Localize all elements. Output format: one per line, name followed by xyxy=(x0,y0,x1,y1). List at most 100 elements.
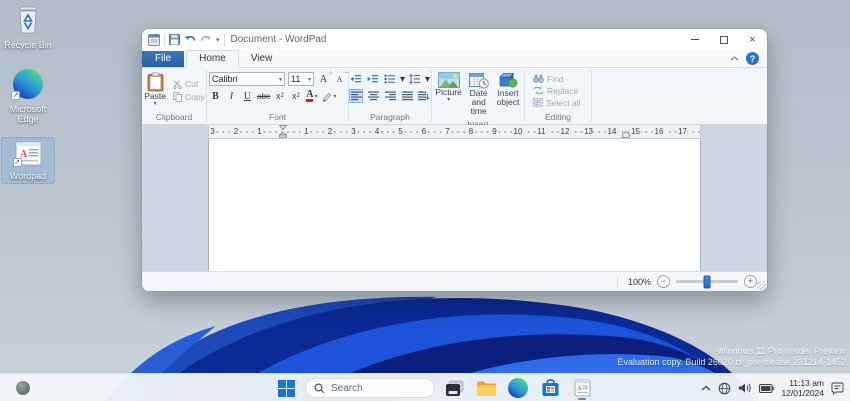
save-button[interactable] xyxy=(169,34,180,45)
desktop-icon-wordpad[interactable]: A ↗ Wordpad xyxy=(2,138,54,183)
qat-customize-dropdown[interactable]: ▾ xyxy=(216,36,220,44)
italic-button[interactable]: I xyxy=(225,89,238,103)
maximize-button[interactable] xyxy=(709,29,738,50)
align-left-button[interactable] xyxy=(349,89,363,103)
align-right-button[interactable] xyxy=(383,89,397,103)
recycle-bin-icon xyxy=(14,5,42,35)
increase-indent-button[interactable] xyxy=(366,72,380,86)
ruler-right-margin-marker[interactable] xyxy=(622,131,630,138)
strikethrough-button[interactable]: abe xyxy=(257,89,270,103)
start-button[interactable] xyxy=(273,376,299,400)
zoom-in-button[interactable]: + xyxy=(744,275,757,288)
grow-font-button[interactable]: A^ xyxy=(317,72,330,86)
desktop-icon-recycle-bin[interactable]: Recycle Bin xyxy=(2,2,54,52)
font-size-select[interactable]: 11 ▾ xyxy=(288,72,314,86)
ribbon-tab-row: File Home View ? xyxy=(142,50,767,68)
shrink-font-button[interactable]: Aˇ xyxy=(333,72,346,86)
tab-home[interactable]: Home xyxy=(186,50,239,68)
ruler-indent-marker[interactable] xyxy=(279,125,287,138)
copy-button[interactable]: Copy xyxy=(171,92,207,102)
decrease-indent-button[interactable] xyxy=(349,72,363,86)
paragraph-dialog-button[interactable] xyxy=(417,89,431,103)
subscript-button[interactable]: x2 xyxy=(273,89,286,103)
redo-button[interactable] xyxy=(200,35,212,45)
resize-grip[interactable] xyxy=(757,281,766,290)
font-color-icon: A xyxy=(306,90,313,102)
zoom-slider-thumb[interactable] xyxy=(704,275,711,288)
justify-button[interactable] xyxy=(400,89,414,103)
system-tray: 11:13 am 12/01/2024 xyxy=(701,374,844,401)
ribbon-group-font: Calibri ▾ 11 ▾ A^ Aˇ B I xyxy=(207,68,348,124)
underline-button[interactable]: U xyxy=(241,89,254,103)
help-button[interactable]: ? xyxy=(746,52,759,65)
superscript-button[interactable]: x2 xyxy=(289,89,302,103)
zoom-out-button[interactable]: − xyxy=(657,275,670,288)
line-spacing-button[interactable] xyxy=(408,72,422,86)
window-controls: × xyxy=(680,29,767,50)
insert-object-button[interactable]: Insert object xyxy=(494,70,523,118)
ruler-number: 1 xyxy=(303,125,309,138)
tab-view[interactable]: View xyxy=(239,51,285,67)
cut-button[interactable]: Cut xyxy=(171,79,207,89)
text-highlight-button[interactable]: ▾ xyxy=(321,89,336,103)
running-indicator xyxy=(578,398,586,401)
replace-button[interactable]: Replace xyxy=(531,86,583,96)
network-globe-icon[interactable] xyxy=(718,382,731,395)
insert-object-label: Insert object xyxy=(497,89,520,107)
edge-button[interactable] xyxy=(505,376,531,400)
search-input[interactable] xyxy=(331,383,421,394)
collapse-ribbon-button[interactable] xyxy=(730,56,739,61)
desktop-icon-label: Recycle Bin xyxy=(3,40,53,50)
widgets-icon[interactable] xyxy=(16,381,30,395)
notification-center-icon[interactable] xyxy=(831,382,844,395)
select-all-label: Select all xyxy=(546,98,581,108)
bullets-dropdown-icon[interactable]: ▾ xyxy=(400,74,405,85)
select-all-icon xyxy=(533,98,543,107)
ruler-number: 5 xyxy=(397,125,403,138)
battery-icon[interactable] xyxy=(759,384,774,393)
copy-label: Copy xyxy=(185,92,205,102)
find-button[interactable]: Find xyxy=(531,74,583,84)
line-spacing-dropdown-icon[interactable]: ▾ xyxy=(425,74,430,85)
microsoft-store-button[interactable] xyxy=(537,376,563,400)
insert-picture-button[interactable]: Picture ▾ xyxy=(434,70,464,118)
bullets-button[interactable] xyxy=(383,72,397,86)
divider xyxy=(164,34,165,46)
taskbar-center: A xyxy=(273,374,595,401)
hidden-icons-chevron[interactable] xyxy=(701,385,711,391)
undo-button[interactable] xyxy=(184,35,196,45)
taskbar-search[interactable] xyxy=(305,378,435,398)
ruler-number: 2 xyxy=(233,125,239,138)
desktop-icon-microsoft-edge[interactable]: ↗ Microsoft Edge xyxy=(2,66,54,126)
titlebar[interactable]: ▾ Document - WordPad × xyxy=(142,29,767,50)
paste-button[interactable]: Paste ▾ xyxy=(141,70,169,111)
picture-icon xyxy=(438,72,460,88)
font-color-button[interactable]: A▾ xyxy=(305,89,318,103)
ruler-number: 11 xyxy=(536,125,546,138)
shortcut-arrow-icon: ↗ xyxy=(11,91,20,100)
document-page[interactable] xyxy=(208,139,701,271)
font-family-select[interactable]: Calibri ▾ xyxy=(209,72,285,86)
insert-date-time-button[interactable]: Date and time xyxy=(466,70,492,118)
select-all-button[interactable]: Select all xyxy=(531,98,583,108)
minimize-button[interactable] xyxy=(680,29,709,50)
replace-arrows-icon xyxy=(533,86,544,95)
volume-icon[interactable] xyxy=(738,382,752,394)
file-explorer-button[interactable] xyxy=(473,376,499,400)
font-size-value: 11 xyxy=(291,74,300,84)
ribbon-group-clipboard: Paste ▾ Cut xyxy=(142,68,206,124)
ruler-number: 8 xyxy=(468,125,474,138)
zoom-slider[interactable] xyxy=(676,280,738,283)
align-center-button[interactable] xyxy=(366,89,380,103)
bold-button[interactable]: B xyxy=(209,89,222,103)
wordpad-taskbar-button[interactable]: A xyxy=(569,376,595,400)
task-view-button[interactable] xyxy=(441,376,467,400)
ribbon-group-insert: Picture ▾ Date and time Insert object xyxy=(432,68,524,124)
taskbar-clock[interactable]: 11:13 am 12/01/2024 xyxy=(781,378,824,398)
ruler-strip: 3211234567891011121314151617 xyxy=(208,125,701,139)
ruler-number: 9 xyxy=(491,125,497,138)
tab-file[interactable]: File xyxy=(142,51,184,67)
close-button[interactable]: × xyxy=(738,29,767,50)
caret-up-icon: ^ xyxy=(329,70,332,78)
group-label-editing: Editing xyxy=(527,111,589,124)
